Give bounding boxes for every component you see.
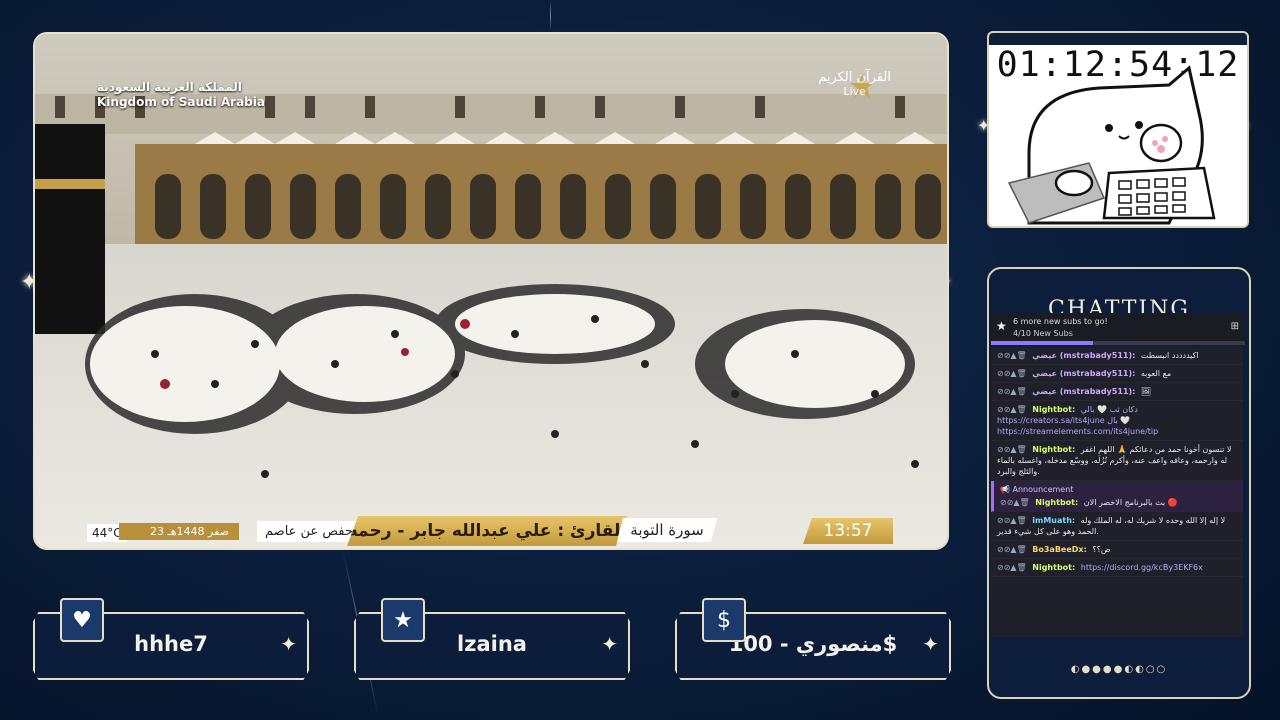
qari-label: القارئ : علي عبدالله جابر - رحمه الله [347, 516, 627, 546]
light-streak [550, 0, 551, 30]
mod-action-icons[interactable]: ⊘⊘▲🗑 [997, 545, 1027, 554]
mod-action-icons[interactable]: ⊘⊘▲🗑 [1000, 498, 1030, 507]
mod-action-icons[interactable]: ⊘⊘▲🗑 [997, 387, 1027, 396]
goal-title: 6 more new subs to go! [1013, 317, 1108, 326]
mod-action-icons[interactable]: ⊘⊘▲🗑 [997, 516, 1027, 525]
announcement-header: 📢 Announcement [1000, 484, 1237, 495]
chat-messages[interactable]: ⊘⊘▲🗑 عيضي (mstrabady511): اكيددددد انبسط… [991, 347, 1243, 637]
chat-announcement: 📢 Announcement ⊘⊘▲🗑 Nightbot: بث بالبرنا… [991, 481, 1243, 512]
mod-action-icons[interactable]: ⊘⊘▲🗑 [997, 563, 1027, 572]
chat-message: ⊘⊘▲🗑 عيضي (mstrabady511): اكيددددد انبسط… [991, 347, 1243, 365]
goal-progress: 4/10 New Subs [1013, 329, 1073, 338]
chat-panel: CHATTING ★ 6 more new subs to go! 4/10 N… [987, 267, 1251, 699]
chat-username[interactable]: عيضي (mstrabady511): [1032, 387, 1135, 396]
video-clock: 13:57 [803, 518, 893, 544]
sparkle-icon: ✦ [601, 632, 618, 656]
goal-progress-fill [991, 341, 1093, 345]
chat-message: ⊘⊘▲🗑 Nightbot: https://discord.gg/kcBy3E… [991, 559, 1243, 577]
hijri-date: 23 صفر 1448هـ [119, 523, 239, 540]
mod-action-icons[interactable]: ⊘⊘▲🗑 [997, 369, 1027, 378]
surah-label: سورة التوبة [617, 518, 717, 542]
chat-message: ⊘⊘▲🗑 عيضي (mstrabady511): مع العوبه [991, 365, 1243, 383]
star-icon: ★ [381, 598, 425, 642]
mod-action-icons[interactable]: ⊘⊘▲🗑 [997, 445, 1027, 454]
live-label: Live [843, 85, 866, 98]
announcement-label: Announcement [1012, 485, 1074, 494]
quran-channel-name: القرآن الكريم [818, 70, 891, 85]
ksa-arabic: المملكة العربية السعودية [97, 80, 242, 94]
quran-channel-watermark: القرآن الكريم Live [818, 70, 891, 98]
chat-text: ض؟؟ [1092, 545, 1111, 554]
chat-message: ⊘⊘▲🗑 imMuath: لا إله إلا الله وحده لا شر… [991, 512, 1243, 541]
bongo-cat-icon [1007, 65, 1216, 225]
heart-icon: ♥ [60, 598, 104, 642]
megaphone-icon: 📢 [1000, 485, 1013, 494]
mosque-scene [35, 34, 947, 548]
mod-action-icons[interactable]: ⊘⊘▲🗑 [997, 351, 1027, 360]
chat-username[interactable]: imMuath: [1032, 516, 1075, 525]
star-icon: ★ [996, 319, 1007, 333]
chat-username[interactable]: Bo3aBeeDx: [1032, 545, 1087, 554]
chat-message: ⊘⊘▲🗑 Nightbot: دكان ثب 🤍 بالي https://cr… [991, 401, 1243, 441]
chat-username[interactable]: عيضي (mstrabady511): [1032, 369, 1135, 378]
mod-action-icons[interactable]: ⊘⊘▲🗑 [997, 405, 1027, 414]
chat-username[interactable]: Nightbot: [1035, 498, 1078, 507]
chat-username[interactable]: Nightbot: [1032, 405, 1075, 414]
dollar-icon: $ [702, 598, 746, 642]
sparkle-icon: ✦ [280, 632, 297, 656]
ksa-watermark: المملكة العربية السعودية Kingdom of Saud… [97, 80, 265, 110]
chat-username[interactable]: عيضي (mstrabady511): [1032, 351, 1135, 360]
ksa-english: Kingdom of Saudi Arabia [97, 95, 265, 109]
live-video-frame[interactable]: المملكة العربية السعودية Kingdom of Saud… [33, 32, 949, 550]
gift-icon: ⊞ [1230, 321, 1239, 332]
chat-text: بث بالبرنامج الاخضر الان 🔴 [1083, 498, 1178, 507]
chat-link[interactable]: https://discord.gg/kcBy3EKF6x [1081, 563, 1203, 572]
chat-message: ⊘⊘▲🗑 عيضي (mstrabady511): 🖼 [991, 383, 1243, 401]
chat-username[interactable]: Nightbot: [1032, 445, 1075, 454]
chat-username[interactable]: Nightbot: [1032, 563, 1075, 572]
sparkle-icon: ✦ [922, 632, 939, 656]
chat-message: ⊘⊘▲🗑 Bo3aBeeDx: ض؟؟ [991, 541, 1243, 559]
chat-text: اكيددددد انبسطت [1140, 351, 1199, 360]
chat-message: ⊘⊘▲🗑 Nightbot: لا تنسون أخونا حمد من دعا… [991, 441, 1243, 481]
moon-phase-decoration: ◐●●●●◐◐○○ [1070, 664, 1168, 675]
chat-text: مع العوبه [1140, 369, 1172, 378]
stream-timer-panel: 01:12:54:12 [987, 31, 1249, 228]
goal-progress-track [991, 341, 1245, 345]
chat-emote: 🖼 [1140, 387, 1152, 396]
sub-goal-bar: ★ 6 more new subs to go! 4/10 New Subs ⊞ [991, 313, 1245, 345]
lower-third: 44°C 23 صفر 1448هـ رواية حفص عن عاصم الق… [35, 506, 947, 548]
